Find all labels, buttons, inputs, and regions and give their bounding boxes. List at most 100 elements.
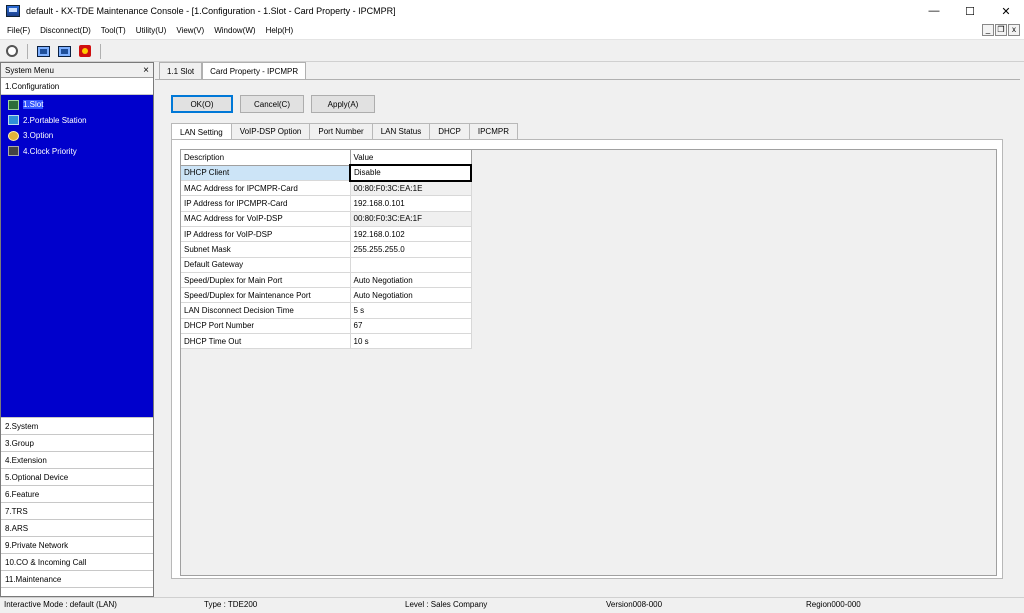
menu-tool[interactable]: Tool(T) [96, 26, 131, 35]
tab-lan-status[interactable]: LAN Status [371, 123, 431, 139]
tab-lan-setting[interactable]: LAN Setting [171, 123, 232, 140]
category-system[interactable]: 2.System [1, 418, 153, 435]
table-row[interactable]: IP Address for IPCMPR-Card 192.168.0.101 [181, 195, 472, 212]
category-extension[interactable]: 4.Extension [1, 452, 153, 469]
toolbar-separator [100, 43, 101, 59]
property-tabs: LAN Setting VoIP-DSP Option Port Number … [171, 123, 518, 140]
status-level: Level : Sales Company [405, 600, 488, 609]
action-buttons: OK(O) Cancel(C) Apply(A) [171, 95, 382, 113]
menu-file[interactable]: File(F) [0, 26, 35, 35]
mdi-restore-button[interactable]: ❐ [995, 24, 1007, 36]
cancel-button[interactable]: Cancel(C) [240, 95, 304, 113]
table-row[interactable]: MAC Address for VoIP-DSP 00:80:F0:3C:EA:… [181, 211, 472, 227]
tab-dhcp[interactable]: DHCP [429, 123, 470, 139]
window-controls: — ☐ ✕ [916, 0, 1024, 22]
close-icon[interactable]: × [143, 65, 149, 76]
security-button[interactable] [76, 43, 94, 59]
mac-address-voip-dsp-value: 00:80:F0:3C:EA:1F [350, 211, 472, 227]
tab-card-property[interactable]: Card Property - IPCMPR [202, 62, 307, 80]
row-description: DHCP Client [181, 165, 351, 182]
app-icon [6, 5, 20, 17]
tree-item-label: 3.Option [23, 131, 54, 141]
maximize-button[interactable]: ☐ [952, 0, 988, 22]
status-bar: Interactive Mode : default (LAN) Type : … [0, 597, 1024, 613]
column-header-description[interactable]: Description [181, 150, 351, 166]
table-row[interactable]: DHCP Time Out 10 s [181, 333, 472, 350]
document-tabs: 1.1 Slot Card Property - IPCMPR [159, 62, 307, 80]
menu-bar: File(F) Disconnect(D) Tool(T) Utility(U)… [0, 22, 1024, 40]
mdi-minimize-button[interactable]: _ [982, 24, 994, 36]
toolbar [0, 41, 1024, 62]
category-ars[interactable]: 8.ARS [1, 520, 153, 537]
menu-utility[interactable]: Utility(U) [131, 26, 172, 35]
category-co-incoming-call[interactable]: 10.CO & Incoming Call [1, 554, 153, 571]
close-button[interactable]: ✕ [988, 0, 1024, 22]
tree-item-option[interactable]: 3.Option [1, 128, 153, 144]
row-description: IP Address for VoIP-DSP [181, 226, 351, 243]
tree-item-clock-priority[interactable]: 4.Clock Priority [1, 144, 153, 160]
system-menu-header: System Menu × [1, 63, 153, 78]
category-optional-device[interactable]: 5.Optional Device [1, 469, 153, 486]
tab-voip-dsp-option[interactable]: VoIP-DSP Option [230, 123, 311, 139]
ok-button[interactable]: OK(O) [171, 95, 233, 113]
menu-help[interactable]: Help(H) [261, 26, 299, 35]
row-description: DHCP Time Out [181, 333, 351, 350]
mdi-close-button[interactable]: x [1008, 24, 1020, 36]
network-monitor-button[interactable] [55, 43, 73, 59]
speed-duplex-main-value[interactable]: Auto Negotiation [350, 272, 472, 289]
category-configuration[interactable]: 1.Configuration [1, 78, 153, 95]
minimize-button[interactable]: — [916, 0, 952, 22]
security-key-icon [79, 45, 91, 57]
table-row[interactable]: DHCP Client Disable [181, 164, 472, 182]
dhcp-time-out-value[interactable]: 10 s [350, 333, 472, 350]
table-row[interactable]: LAN Disconnect Decision Time 5 s [181, 302, 472, 319]
category-trs[interactable]: 7.TRS [1, 503, 153, 520]
network-monitor-icon [57, 45, 71, 57]
lan-setting-page: Description Value DHCP Client Disable MA… [171, 139, 1003, 579]
system-menu-panel: System Menu × 1.Configuration 1.Slot 2.P… [0, 62, 154, 597]
category-group[interactable]: 3.Group [1, 435, 153, 452]
table-row[interactable]: Default Gateway [181, 257, 472, 273]
table-header: Description Value [181, 150, 472, 166]
column-header-value[interactable]: Value [350, 150, 472, 166]
apply-button[interactable]: Apply(A) [311, 95, 375, 113]
ip-address-ipcmpr-value[interactable]: 192.168.0.101 [350, 195, 472, 212]
clock-priority-icon [8, 146, 19, 157]
table-row[interactable]: Speed/Duplex for Main Port Auto Negotiat… [181, 272, 472, 289]
menu-view[interactable]: View(V) [171, 26, 209, 35]
category-private-network[interactable]: 9.Private Network [1, 537, 153, 554]
speed-duplex-maintenance-value[interactable]: Auto Negotiation [350, 287, 472, 304]
dhcp-port-number-value[interactable]: 67 [350, 318, 472, 335]
category-maintenance[interactable]: 11.Maintenance [1, 571, 153, 588]
category-feature[interactable]: 6.Feature [1, 486, 153, 503]
default-gateway-value[interactable] [350, 257, 472, 273]
tab-ipcmpr[interactable]: IPCMPR [468, 123, 518, 139]
ip-address-voip-dsp-value[interactable]: 192.168.0.102 [350, 226, 472, 243]
portable-station-icon [8, 115, 19, 126]
pc-monitor-button[interactable] [34, 43, 52, 59]
table-row[interactable]: Subnet Mask 255.255.255.0 [181, 241, 472, 258]
table-row[interactable]: Speed/Duplex for Maintenance Port Auto N… [181, 287, 472, 304]
row-description: MAC Address for IPCMPR-Card [181, 180, 351, 197]
slot-icon [8, 99, 19, 110]
tree-item-portable-station[interactable]: 2.Portable Station [1, 113, 153, 129]
table-row[interactable]: MAC Address for IPCMPR-Card 00:80:F0:3C:… [181, 180, 472, 197]
menu-window[interactable]: Window(W) [209, 26, 260, 35]
disconnect-button[interactable] [3, 43, 21, 59]
row-description: Default Gateway [181, 257, 351, 273]
tab-slot[interactable]: 1.1 Slot [159, 62, 203, 79]
tree-item-slot[interactable]: 1.Slot [1, 97, 153, 113]
row-description: Speed/Duplex for Main Port [181, 272, 351, 289]
table-row[interactable]: IP Address for VoIP-DSP 192.168.0.102 [181, 226, 472, 243]
subnet-mask-value[interactable]: 255.255.255.0 [350, 241, 472, 258]
dhcp-client-value[interactable]: Disable [349, 164, 472, 182]
mac-address-ipcmpr-value: 00:80:F0:3C:EA:1E [350, 180, 472, 197]
table-row[interactable]: DHCP Port Number 67 [181, 318, 472, 335]
settings-grid: Description Value DHCP Client Disable MA… [180, 149, 997, 576]
disconnect-icon [6, 45, 18, 57]
tab-port-number[interactable]: Port Number [309, 123, 373, 139]
tree-item-label: 2.Portable Station [23, 115, 87, 125]
lan-disconnect-time-value[interactable]: 5 s [350, 302, 472, 319]
menu-disconnect[interactable]: Disconnect(D) [35, 26, 96, 35]
status-mode: Interactive Mode : default (LAN) [4, 600, 117, 609]
